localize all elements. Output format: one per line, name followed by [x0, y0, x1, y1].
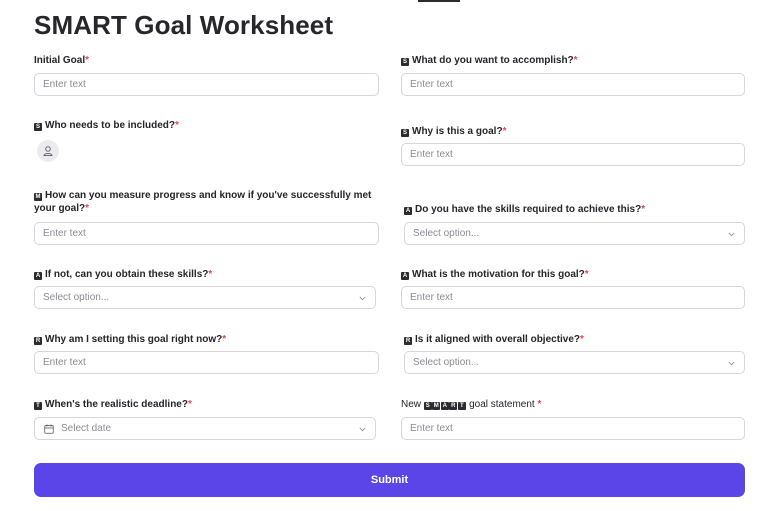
s-badge-icon: S	[34, 123, 42, 131]
accomplish-label: S What do you want to accomplish?*	[401, 55, 578, 66]
r-badge-icon: R	[404, 337, 412, 345]
t-badge-icon: T	[34, 402, 42, 410]
t-badge-icon: T	[457, 402, 466, 410]
statement-field: New SMART goal statement *	[401, 398, 747, 411]
obtain-skills-select[interactable]: Select option...	[34, 286, 376, 309]
why-goal-label: S Why is this a goal?*	[401, 126, 507, 137]
s-badge-icon: S	[401, 129, 409, 137]
who-included-field: S Who needs to be included?*	[34, 119, 380, 132]
chevron-down-icon	[728, 352, 735, 366]
measure-field: M How can you measure progress and know i…	[34, 189, 382, 215]
r-badge-icon: R	[449, 402, 458, 410]
initial-goal-input[interactable]: Enter text	[34, 73, 379, 96]
chevron-down-icon	[359, 418, 366, 432]
initial-goal-label: Initial Goal*	[34, 55, 90, 66]
aligned-label: R Is it aligned with overall objective?*	[404, 334, 584, 345]
aligned-field: R Is it aligned with overall objective?*	[404, 333, 750, 346]
why-now-input[interactable]: Enter text	[34, 351, 379, 374]
skills-field: A Do you have the skills required to achi…	[404, 203, 750, 216]
top-tab-indicator	[418, 0, 460, 2]
person-icon	[43, 146, 53, 156]
aligned-select[interactable]: Select option...	[404, 351, 745, 374]
obtain-skills-field: A If not, can you obtain these skills?*	[34, 268, 380, 281]
obtain-skills-label: A If not, can you obtain these skills?*	[34, 269, 213, 280]
motivation-field: A What is the motivation for this goal?*	[401, 268, 747, 281]
r-badge-icon: R	[34, 337, 42, 345]
why-now-label: R Why am I setting this goal right now?*	[34, 334, 227, 345]
a-badge-icon: A	[401, 272, 409, 280]
measure-label: M How can you measure progress and know i…	[34, 190, 372, 214]
deadline-label: T When's the realistic deadline?*	[34, 398, 380, 411]
why-goal-input[interactable]: Enter text	[401, 143, 745, 166]
accomplish-field: S What do you want to accomplish?*	[401, 54, 747, 67]
obtain-skills-select-value: Select option...	[43, 292, 110, 303]
s-badge-icon: S	[401, 58, 409, 66]
why-now-field: R Why am I setting this goal right now?*	[34, 333, 380, 346]
m-badge-icon: M	[34, 193, 42, 201]
a-badge-icon: A	[34, 272, 42, 280]
add-person-button[interactable]	[37, 140, 59, 162]
deadline-date-picker[interactable]: Select date	[34, 417, 376, 440]
m-badge-icon: M	[432, 402, 441, 410]
page-title: SMART Goal Worksheet	[34, 10, 334, 40]
deadline-field: T When's the realistic deadline?*	[34, 398, 380, 411]
a-badge-icon: A	[404, 207, 412, 215]
skills-select[interactable]: Select option...	[404, 222, 745, 245]
why-goal-field: S Why is this a goal?*	[401, 125, 747, 138]
deadline-date-value: Select date	[61, 423, 112, 434]
statement-label: New SMART goal statement *	[401, 399, 542, 410]
smart-badges: SMART	[423, 399, 467, 410]
submit-button[interactable]: Submit	[34, 463, 745, 497]
a-badge-icon: A	[440, 402, 449, 410]
skills-select-value: Select option...	[413, 228, 480, 239]
s-badge-icon: S	[423, 402, 432, 410]
initial-goal-field: Initial Goal*	[34, 54, 380, 67]
aligned-select-value: Select option...	[413, 357, 480, 368]
accomplish-input[interactable]: Enter text	[401, 73, 745, 96]
motivation-label: A What is the motivation for this goal?*	[401, 269, 589, 280]
skills-label: A Do you have the skills required to achi…	[404, 204, 646, 215]
statement-input[interactable]: Enter text	[401, 417, 745, 440]
measure-input[interactable]: Enter text	[34, 222, 379, 245]
chevron-down-icon	[359, 287, 366, 301]
motivation-input[interactable]: Enter text	[401, 286, 745, 309]
calendar-icon	[44, 424, 54, 434]
chevron-down-icon	[728, 223, 735, 237]
who-included-label: S Who needs to be included?*	[34, 120, 179, 131]
